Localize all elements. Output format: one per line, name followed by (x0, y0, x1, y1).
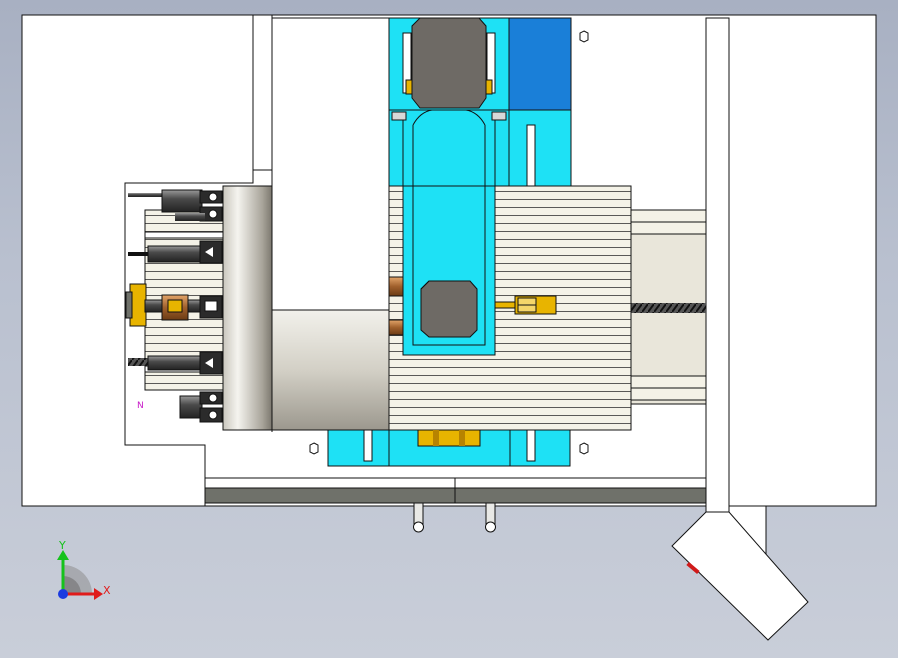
y-axis-label: Y (58, 539, 66, 552)
x-axis-label: X (103, 584, 111, 597)
locating-pins[interactable] (413, 502, 496, 533)
z-axis-dot (58, 589, 68, 599)
linear-guide[interactable] (630, 209, 707, 405)
discharge-chute[interactable] (671, 511, 809, 641)
coordinate-triad: Y X (57, 539, 111, 600)
cad-viewport[interactable]: N Y X (0, 0, 898, 658)
cyan-base-block[interactable] (327, 429, 571, 467)
assembly-drawing[interactable]: N Y X (0, 0, 898, 658)
bottom-rail[interactable] (204, 477, 707, 504)
annotation-mark: N (137, 401, 144, 411)
